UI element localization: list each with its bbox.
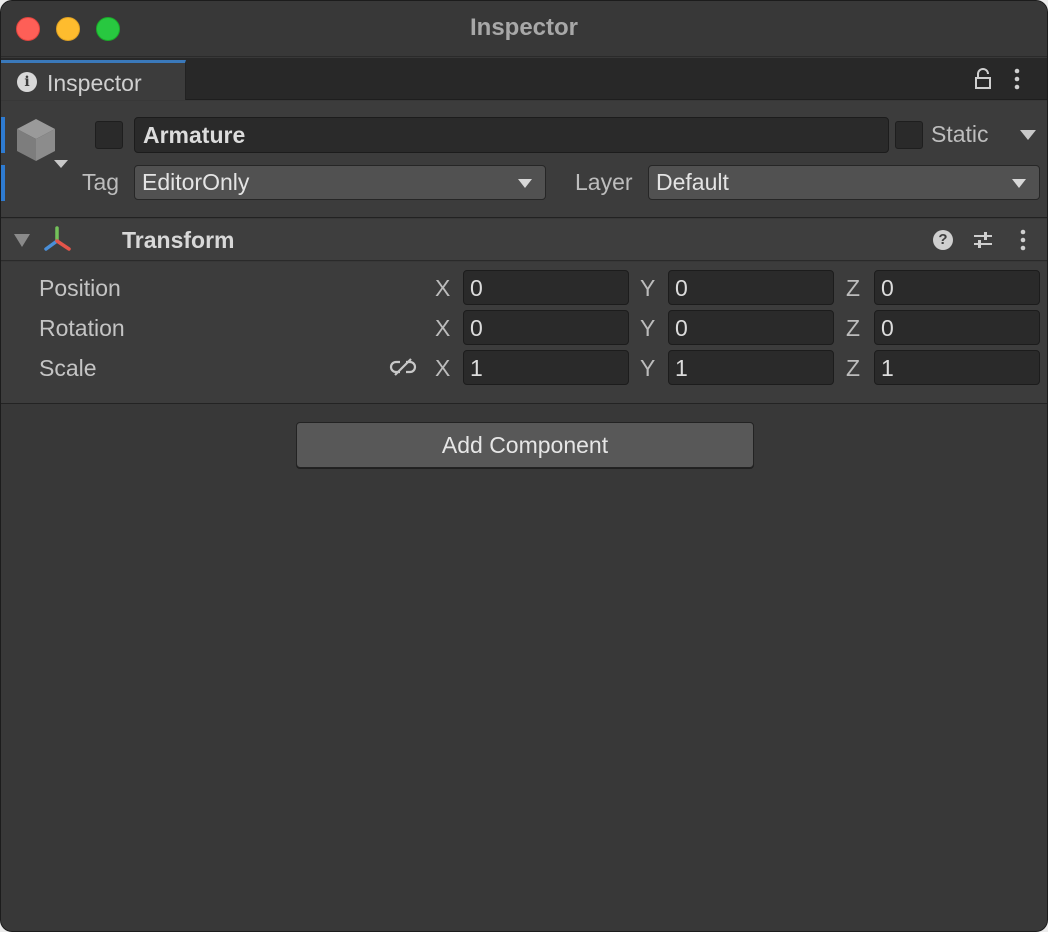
axis-label-x: X	[435, 275, 451, 301]
transform-component-header[interactable]: Transform ?	[1, 219, 1047, 261]
rotation-z-input[interactable]: 0	[874, 310, 1040, 345]
layer-dropdown[interactable]: Default	[648, 165, 1040, 200]
tab-strip: i Inspector	[1, 58, 1047, 100]
axis-label-y: Y	[640, 315, 656, 341]
tab-menu-icon[interactable]	[1007, 66, 1027, 92]
position-y-input[interactable]: 0	[668, 270, 834, 305]
component-title: Transform	[122, 227, 235, 253]
static-checkbox[interactable]	[895, 121, 923, 149]
selection-accent-bar	[1, 165, 5, 201]
foldout-arrow-icon[interactable]	[13, 233, 31, 248]
help-icon[interactable]: ?	[933, 230, 953, 250]
axis-label-z: Z	[846, 275, 861, 301]
rotation-label: Rotation	[39, 315, 125, 341]
static-dropdown-icon[interactable]	[1019, 129, 1037, 141]
title-bar: Inspector	[1, 1, 1047, 57]
layer-label: Layer	[575, 169, 633, 195]
gameobject-name-input[interactable]: Armature	[134, 117, 889, 153]
inspector-window: Inspector i Inspector Armature Static Ta…	[0, 0, 1048, 932]
add-component-button[interactable]: Add Component	[296, 422, 754, 468]
axis-label-x: X	[435, 355, 451, 381]
presets-icon[interactable]	[971, 229, 995, 251]
window-title: Inspector	[469, 14, 579, 41]
position-label: Position	[39, 275, 121, 301]
gameobject-cube-icon[interactable]	[13, 115, 59, 163]
scale-z-input[interactable]: 1	[874, 350, 1040, 385]
info-icon: i	[17, 72, 37, 92]
layer-value: Default	[656, 169, 729, 195]
rotation-y-input[interactable]: 0	[668, 310, 834, 345]
transform-icon	[44, 226, 71, 251]
tab-label: Inspector	[47, 70, 142, 96]
axis-label-y: Y	[640, 275, 656, 301]
component-menu-icon[interactable]	[1013, 227, 1033, 253]
rotation-x-input[interactable]: 0	[463, 310, 629, 345]
gameobject-header: Armature Static Tag EditorOnly Layer Def…	[1, 101, 1047, 218]
transform-component-body: Position X 0 Y 0 Z 0 Rotation X 0 Y 0 Z …	[1, 262, 1047, 404]
constrain-proportions-unlinked-icon[interactable]	[389, 357, 417, 377]
scale-y-input[interactable]: 1	[668, 350, 834, 385]
axis-label-x: X	[435, 315, 451, 341]
scale-label: Scale	[39, 355, 97, 381]
chevron-down-icon	[1012, 179, 1026, 188]
tab-inspector[interactable]: i Inspector	[1, 60, 186, 100]
axis-label-y: Y	[640, 355, 656, 381]
position-z-input[interactable]: 0	[874, 270, 1040, 305]
static-label: Static	[931, 121, 989, 147]
scale-x-input[interactable]: 1	[463, 350, 629, 385]
axis-label-z: Z	[846, 315, 861, 341]
chevron-down-icon	[518, 179, 532, 188]
chevron-down-icon[interactable]	[53, 159, 69, 169]
tag-value: EditorOnly	[142, 169, 250, 195]
selection-accent-bar	[1, 117, 5, 153]
position-x-input[interactable]: 0	[463, 270, 629, 305]
tag-dropdown[interactable]: EditorOnly	[134, 165, 546, 200]
axis-label-z: Z	[846, 355, 861, 381]
active-checkbox[interactable]	[95, 121, 123, 149]
tag-label: Tag	[82, 169, 120, 195]
lock-icon[interactable]	[971, 67, 995, 91]
